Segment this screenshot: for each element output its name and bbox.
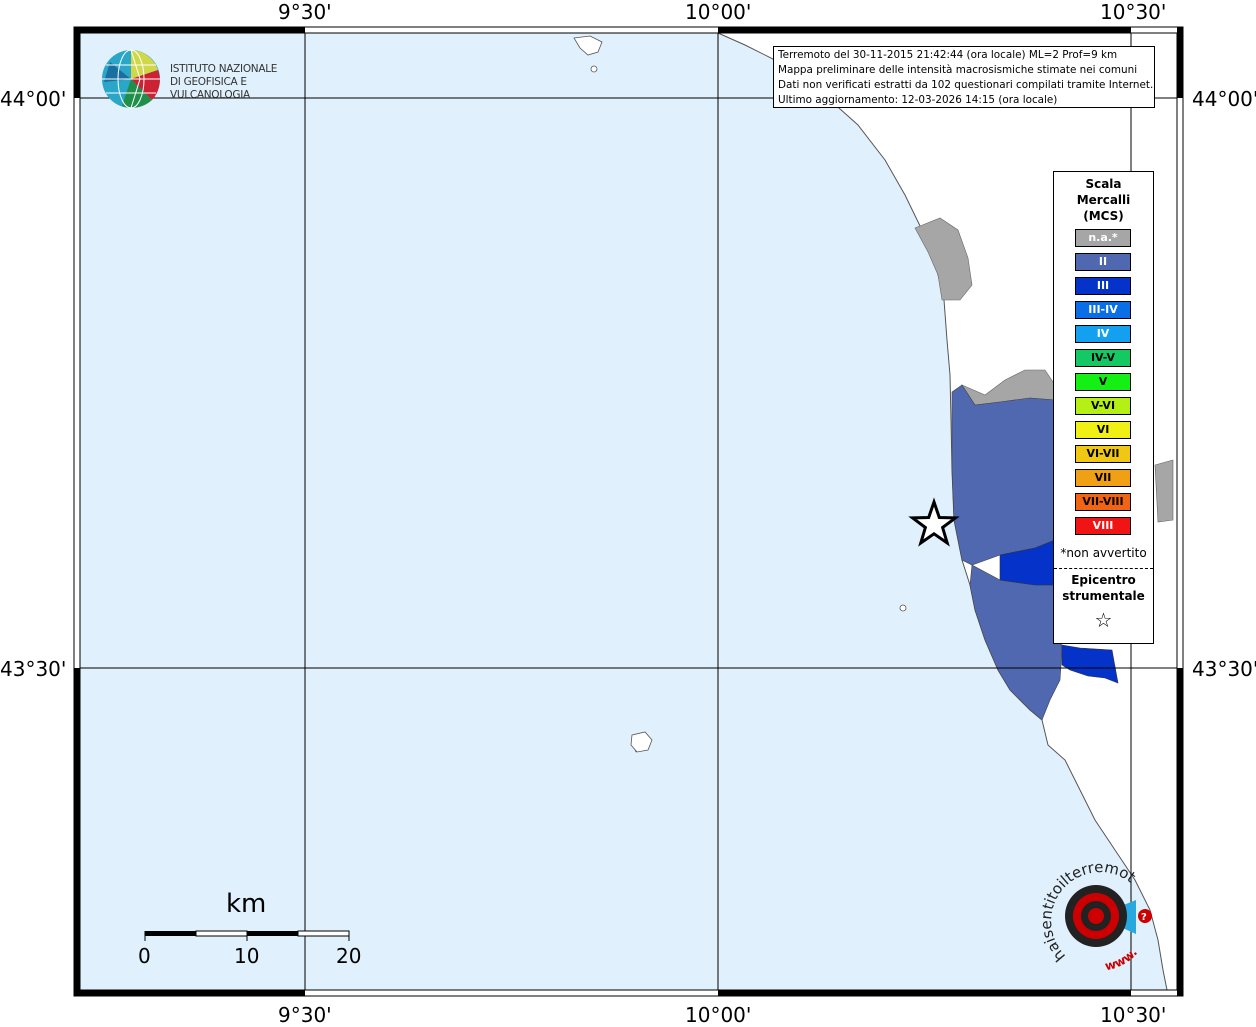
legend-item-v: V xyxy=(1075,373,1131,391)
region-na-3 xyxy=(1154,459,1174,523)
lat-label-right-2: 43°30' xyxy=(1192,657,1256,681)
haisentito-www-text: www. xyxy=(1104,945,1141,973)
lat-label-right-1: 44°00' xyxy=(1192,87,1256,111)
legend-title-line2: Mercalli xyxy=(1076,193,1131,207)
lon-label-bottom-1: 9°30' xyxy=(278,1003,332,1027)
legend-star-icon: ☆ xyxy=(1094,608,1113,632)
legend-title-line1: Scala xyxy=(1085,177,1122,191)
legend-item-vi: VI xyxy=(1075,421,1131,439)
lat-label-left-1: 44°00' xyxy=(0,87,67,111)
legend-item-iv-v: IV-V xyxy=(1075,349,1131,367)
legend-item-viii: VIII xyxy=(1075,517,1131,535)
scale-label-0: 0 xyxy=(138,944,151,968)
svg-text:?: ? xyxy=(1141,912,1147,923)
info-line-4: Ultimo aggiornamento: 12-03-2026 14:15 (… xyxy=(778,94,1058,106)
legend-epicenter-line2: strumentale xyxy=(1062,589,1145,603)
lat-label-left-2: 43°30' xyxy=(0,657,67,681)
scale-label-10: 10 xyxy=(234,944,260,968)
ingv-name-line1: ISTITUTO NAZIONALE xyxy=(170,63,278,75)
region-intensity-2-north xyxy=(951,384,1056,566)
legend-item-ii: II xyxy=(1075,253,1131,271)
haisentito-logo: haisentitoilterremoto.it? www. ? xyxy=(1032,844,1160,982)
lon-label-bottom-2: 10°00' xyxy=(685,1003,752,1027)
legend-epicenter-line1: Epicentro xyxy=(1071,573,1136,587)
lon-label-top-3: 10°30' xyxy=(1100,0,1167,24)
legend-item-n-a: n.a.* xyxy=(1075,229,1131,247)
target-logo-icon: ? xyxy=(1065,885,1152,947)
legend-title-line3: (MCS) xyxy=(1083,209,1124,223)
info-line-3: Dati non verificati estratti da 102 ques… xyxy=(778,79,1154,91)
ingv-name-line2: DI GEOFISICA E VULCANOLOGIA xyxy=(170,76,250,101)
legend-item-iv: IV xyxy=(1075,325,1131,343)
lon-label-top-2: 10°00' xyxy=(685,0,752,24)
islet-north xyxy=(590,65,598,73)
info-line-2: Mappa preliminare delle intensità macros… xyxy=(778,64,1138,76)
info-line-1: Terremoto del 30-11-2015 21:42:44 (ora l… xyxy=(778,49,1118,61)
legend-item-vii-viii: VII-VIII xyxy=(1075,493,1131,511)
legend-item-v-vi: V-VI xyxy=(1075,397,1131,415)
legend-note: *non avvertito xyxy=(1060,546,1147,560)
event-info-box: Terremoto del 30-11-2015 21:42:44 (ora l… xyxy=(773,46,1155,108)
legend-item-vii: VII xyxy=(1075,469,1131,487)
legend-item-iii: III xyxy=(1075,277,1131,295)
legend-item-vi-vii: VI-VII xyxy=(1075,445,1131,463)
scale-unit: km xyxy=(226,889,267,919)
islet-meloria xyxy=(899,604,907,612)
mcs-legend: Scala Mercalli (MCS) n.a.* II III III-IV IV I… xyxy=(1053,171,1154,644)
legend-separator xyxy=(1054,568,1153,569)
lon-label-top-1: 9°30' xyxy=(278,0,332,24)
lon-label-bottom-3: 10°30' xyxy=(1100,1003,1167,1027)
scale-label-20: 20 xyxy=(336,944,362,968)
globe-logo-icon xyxy=(102,49,160,109)
legend-item-iii-iv: III-IV xyxy=(1075,301,1131,319)
ingv-logo: ISTITUTO NAZIONALE DI GEOFISICA E VULCAN… xyxy=(100,48,320,112)
